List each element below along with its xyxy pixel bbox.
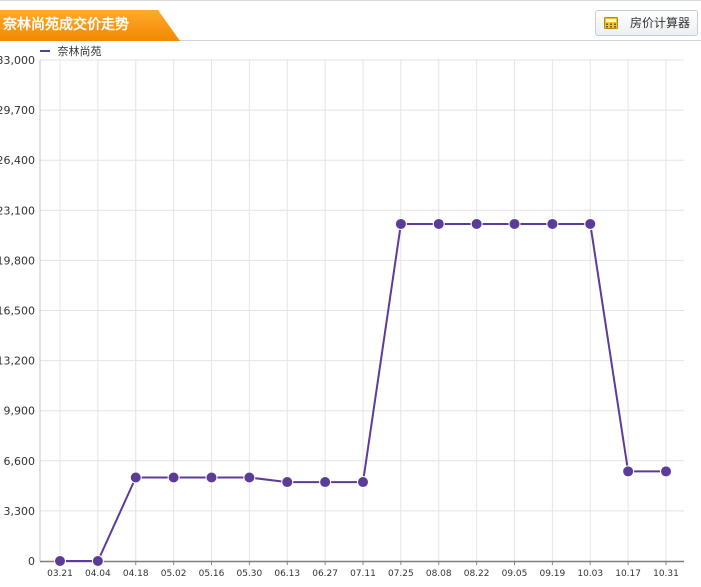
x-tick-label: 07.25 xyxy=(388,569,414,579)
price-trend-chart: 0 3,300 6,600 9,900 13,200 ,16,500 19,800 23,10… xyxy=(0,54,684,579)
y-tick-label: 0 xyxy=(28,555,35,568)
y-tick-label: 26,400 xyxy=(0,154,35,167)
data-point xyxy=(470,217,483,230)
data-point xyxy=(432,217,445,230)
x-tick-label: 08.08 xyxy=(426,569,452,579)
y-tick-label: 33,000 xyxy=(0,54,35,67)
x-tick-label: 08.22 xyxy=(464,569,490,579)
x-tick-label: 10.03 xyxy=(577,569,603,579)
y-tick-label: 29,700 xyxy=(0,104,35,117)
data-point xyxy=(319,476,332,489)
y-tick-label: 3,300 xyxy=(4,505,36,518)
data-point xyxy=(357,476,369,489)
data-point xyxy=(91,555,104,567)
y-tick-label: 13,200 xyxy=(0,355,35,368)
data-point xyxy=(546,217,559,230)
data-point xyxy=(584,217,597,230)
data-point xyxy=(243,471,256,484)
x-tick-label: 04.04 xyxy=(85,569,111,579)
x-tick-label: 10.17 xyxy=(615,569,641,579)
x-tick-label: 05.02 xyxy=(161,569,187,579)
x-tick-label: 07.11 xyxy=(350,569,376,579)
x-tick-label: 05.16 xyxy=(199,569,225,579)
data-point xyxy=(129,471,142,484)
data-point xyxy=(394,217,407,230)
data-point xyxy=(167,471,180,484)
data-point xyxy=(281,476,294,489)
axis-layer: 0 3,300 6,600 9,900 13,200 ,16,500 19,800 23,10… xyxy=(0,54,684,579)
y-tick-label: 6,600 xyxy=(4,455,36,468)
x-tick-label: 06.13 xyxy=(274,569,300,579)
x-tick-label: 09.19 xyxy=(539,569,565,579)
y-tick-label: 9,900 xyxy=(4,405,36,418)
x-tick-label: 03.21 xyxy=(47,569,73,579)
x-tick-label: 09.05 xyxy=(502,569,528,579)
data-point xyxy=(205,471,218,484)
y-tick-label: 23,100 xyxy=(0,204,35,217)
data-point xyxy=(660,465,672,478)
x-tick-label: 04.18 xyxy=(123,569,149,579)
x-tick-label: 05.30 xyxy=(236,569,262,579)
data-point xyxy=(508,217,521,230)
data-point xyxy=(622,465,635,478)
y-tick-label: ,16,500 xyxy=(0,305,35,318)
x-tick-label: 06.27 xyxy=(312,569,338,579)
x-tick-label: 10.31 xyxy=(653,569,679,579)
y-tick-label: 19,800 xyxy=(0,254,35,267)
data-point xyxy=(54,555,66,567)
